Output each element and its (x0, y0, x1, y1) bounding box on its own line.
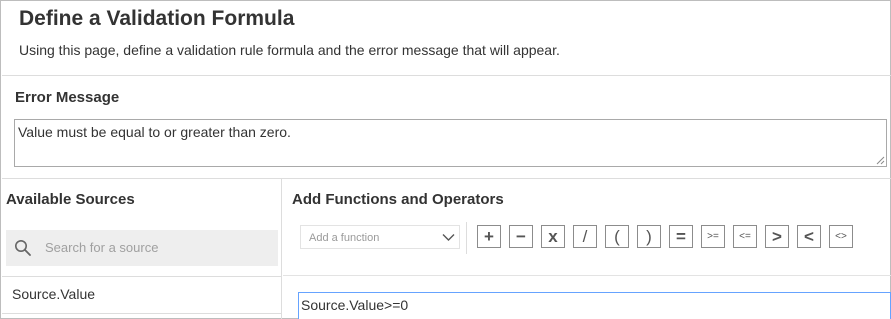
available-sources-panel: Available Sources Search for a source So… (2, 179, 282, 319)
chevron-down-icon (442, 234, 455, 241)
source-item-label: Source.Value (12, 286, 96, 302)
error-message-textarea[interactable]: Value must be equal to or greater than z… (14, 119, 887, 167)
less-equal-icon: <= (739, 230, 751, 242)
add-function-select[interactable]: Add a function (300, 225, 460, 249)
open-paren-icon: ( (614, 227, 620, 246)
page-header: Define a Validation Formula Using this p… (2, 2, 891, 76)
search-placeholder: Search for a source (45, 240, 159, 255)
greater-than-icon: > (772, 227, 782, 246)
formula-divider (283, 275, 891, 276)
page-title: Define a Validation Formula (19, 7, 295, 30)
error-message-text: Value must be equal to or greater than z… (18, 124, 291, 140)
search-icon (15, 240, 31, 256)
functions-operators-title: Add Functions and Operators (292, 191, 504, 208)
page-description: Using this page, define a validation rul… (19, 42, 560, 58)
plus-icon: + (484, 227, 494, 246)
source-item-source-value[interactable]: Source.Value (2, 277, 282, 313)
equals-operator-button[interactable]: = (669, 225, 693, 248)
greater-equal-operator-button[interactable]: >= (701, 225, 725, 248)
formula-editor[interactable]: Source.Value>=0 (298, 292, 891, 319)
functions-operators-panel: Add Functions and Operators Add a functi… (283, 179, 891, 319)
close-paren-icon: ) (646, 227, 652, 246)
validation-formula-page: Define a Validation Formula Using this p… (0, 0, 891, 319)
greater-than-operator-button[interactable]: > (765, 225, 789, 248)
divider (2, 313, 282, 314)
minus-operator-button[interactable]: − (509, 225, 533, 248)
plus-operator-button[interactable]: + (477, 225, 501, 248)
not-equal-operator-button[interactable]: <> (829, 225, 853, 248)
available-sources-title: Available Sources (6, 191, 135, 208)
less-than-icon: < (804, 227, 814, 246)
divide-icon: / (582, 227, 588, 246)
toolbar-separator (466, 222, 467, 254)
error-message-label: Error Message (15, 89, 120, 106)
open-paren-operator-button[interactable]: ( (605, 225, 629, 248)
divide-operator-button[interactable]: / (573, 225, 597, 248)
equals-icon: = (676, 227, 686, 246)
source-search-input[interactable]: Search for a source (6, 230, 278, 266)
greater-equal-icon: >= (707, 230, 719, 242)
not-equal-icon: <> (835, 230, 847, 242)
resize-grip-icon[interactable] (876, 156, 885, 165)
add-function-placeholder: Add a function (309, 232, 380, 244)
multiply-icon: x (548, 227, 558, 246)
minus-icon: − (516, 227, 526, 246)
less-than-operator-button[interactable]: < (797, 225, 821, 248)
close-paren-operator-button[interactable]: ) (637, 225, 661, 248)
formula-text: Source.Value>=0 (301, 297, 409, 313)
less-equal-operator-button[interactable]: <= (733, 225, 757, 248)
multiply-operator-button[interactable]: x (541, 225, 565, 248)
